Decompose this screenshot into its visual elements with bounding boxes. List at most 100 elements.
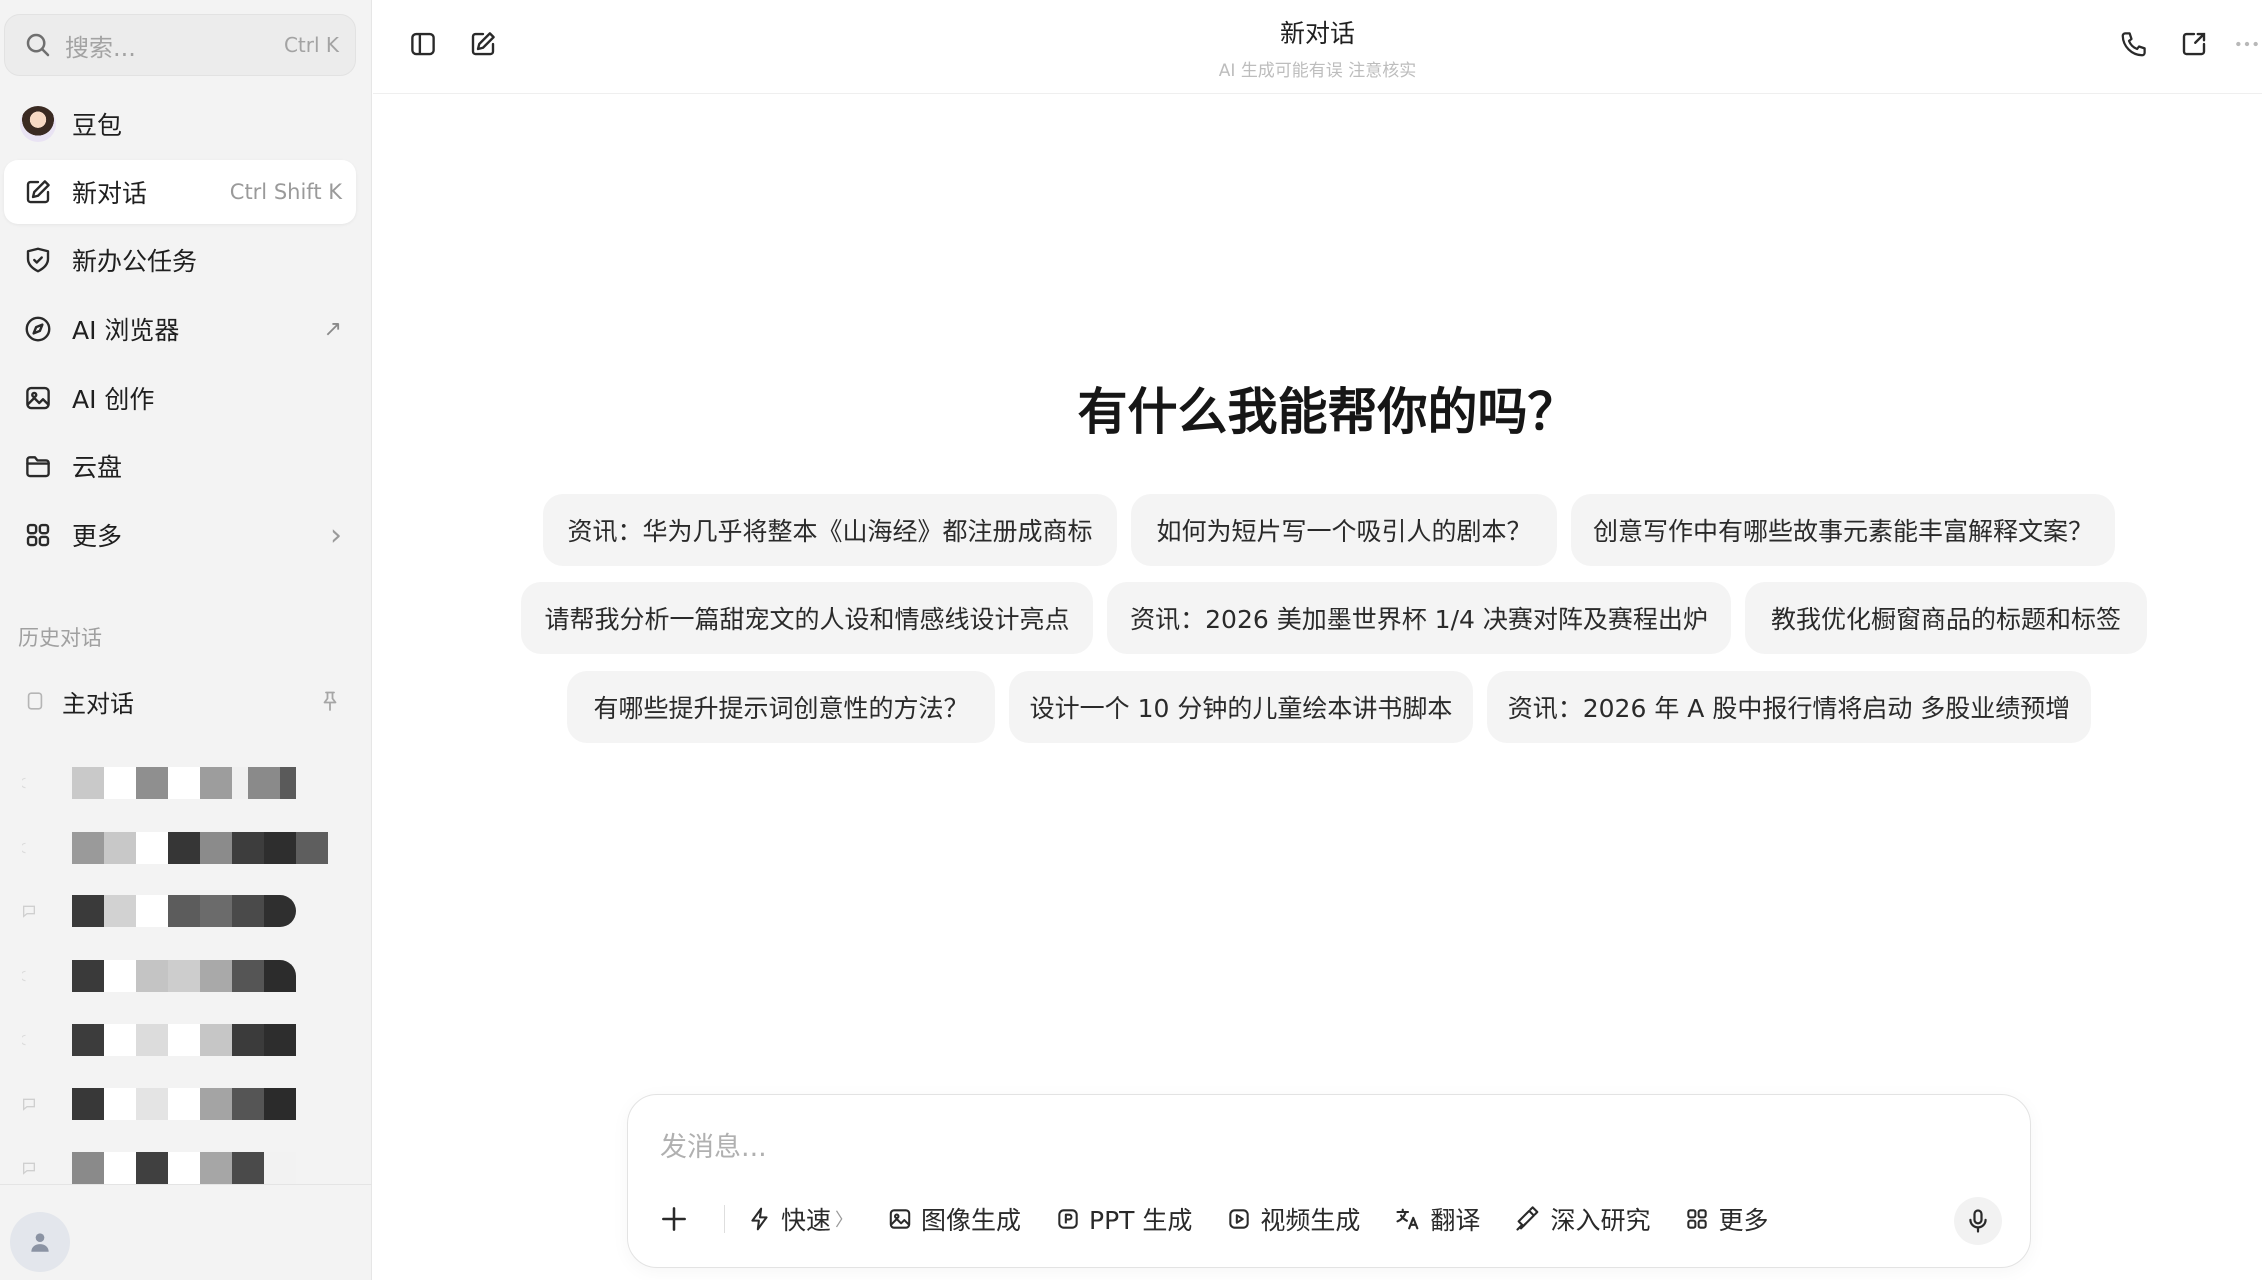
task-icon [20, 242, 56, 278]
tool-label: 深入研究 [1550, 1206, 1651, 1235]
grid-icon [1687, 1209, 1708, 1229]
history-item-blurred[interactable] [20, 956, 340, 996]
add-attachment-button[interactable] [658, 1197, 698, 1241]
chat-title: 新对话 [1279, 19, 1355, 48]
edit-icon [20, 174, 56, 210]
history-item-blurred[interactable] [20, 891, 340, 931]
tool-label: 翻译 [1430, 1206, 1481, 1235]
ellipsis-icon [2236, 41, 2258, 47]
suggestion-chip[interactable]: 如何为短片写一个吸引人的剧本？ [1131, 494, 1557, 566]
message-composer[interactable]: 发消息... 快速 〉 图像生成 PPT 生成 视频生成 翻译 深入研究 更多 [627, 1094, 2031, 1268]
welcome-headline: 有什么我能帮你的吗？ [1077, 383, 1578, 441]
sidebar-item-cloud-drive[interactable]: 云盘 [4, 434, 356, 498]
sidebar-item-ai-create[interactable]: AI 创作 [4, 366, 356, 430]
tool-ppt-generation[interactable]: PPT 生成 [1055, 1197, 1192, 1241]
history-item-blurred[interactable] [20, 828, 340, 868]
sidebar-item-label: 新对话 [72, 179, 148, 208]
user-icon [31, 1233, 49, 1252]
suggestion-chip[interactable]: 设计一个 10 分钟的儿童绘本讲书脚本 [1009, 671, 1473, 743]
translate-icon [1396, 1208, 1419, 1230]
new-chat-shortcut: Ctrl Shift K [229, 180, 342, 204]
history-item-blurred[interactable] [20, 1084, 340, 1124]
tool-image-generation[interactable]: 图像生成 [887, 1197, 1021, 1241]
chat-bubble-icon [20, 1031, 38, 1049]
search-box[interactable]: 搜索... Ctrl K [4, 14, 356, 76]
history-item-blurred[interactable] [20, 763, 340, 803]
user-avatar[interactable] [10, 1212, 70, 1272]
sidebar-footer-divider [0, 1184, 372, 1185]
search-placeholder: 搜索... [65, 33, 136, 62]
grid-icon [20, 517, 56, 553]
suggestion-chip[interactable]: 教我优化橱窗商品的标题和标签 [1745, 582, 2147, 654]
sidebar-item-new-chat[interactable]: 新对话 Ctrl Shift K [4, 160, 356, 224]
mode-quick-label: 快速 [781, 1206, 832, 1235]
chat-bubble-icon [20, 1095, 38, 1113]
more-options-button[interactable] [2234, 24, 2260, 64]
sidebar-item-doubao[interactable]: 豆包 [4, 92, 356, 156]
suggestion-chip[interactable]: 请帮我分析一篇甜宠文的人设和情感线设计亮点 [521, 582, 1093, 654]
chevron-right-icon: 〉 [835, 1210, 854, 1231]
chat-disclaimer: AI 生成可能有误 注意核实 [1218, 61, 1417, 81]
search-icon [26, 33, 50, 57]
history-item-blurred[interactable] [20, 1020, 340, 1060]
tool-label: 视频生成 [1260, 1206, 1361, 1235]
tool-label: 图像生成 [921, 1206, 1022, 1235]
avatar-icon [20, 106, 56, 142]
phone-icon [2121, 32, 2146, 57]
toolbar-divider [724, 1205, 725, 1233]
history-section-label: 历史对话 [18, 626, 102, 650]
chat-title-area: 新对话 AI 生成可能有误 注意核实 [373, 14, 2262, 81]
sidebar-item-label: 豆包 [72, 111, 123, 140]
suggestion-chip[interactable]: 有哪些提升提示词创意性的方法？ [567, 671, 995, 743]
sidebar-item-more[interactable]: 更多 › [4, 503, 356, 567]
tool-more[interactable]: 更多 [1684, 1197, 1768, 1241]
folder-icon [20, 448, 56, 484]
sidebar-item-label: 云盘 [72, 453, 123, 482]
microphone-icon [1969, 1209, 1987, 1233]
pin-icon[interactable] [318, 689, 342, 713]
voice-call-button[interactable] [2114, 24, 2154, 64]
chat-bubble-icon [20, 839, 38, 857]
history-item-blurred[interactable] [20, 1148, 340, 1188]
chevron-right-icon: › [330, 517, 342, 553]
tool-video-generation[interactable]: 视频生成 [1226, 1197, 1360, 1241]
tool-label: 更多 [1718, 1206, 1769, 1235]
research-icon [1516, 1206, 1539, 1231]
suggestion-chip[interactable]: 资讯：华为几乎将整本《山海经》都注册成商标 [543, 494, 1117, 566]
suggestion-chip[interactable]: 资讯：2026 美加墨世界杯 1/4 决赛对阵及赛程出炉 [1107, 582, 1731, 654]
tool-translate[interactable]: 翻译 [1394, 1197, 1480, 1241]
suggestion-chip[interactable]: 创意写作中有哪些故事元素能丰富解释文案？ [1571, 494, 2115, 566]
sidebar-item-office-task[interactable]: 新办公任务 [4, 228, 356, 292]
history-item-label: 主对话 [62, 689, 134, 718]
voice-input-button[interactable] [1954, 1197, 2002, 1245]
share-button[interactable] [2174, 24, 2214, 64]
ppt-icon [1058, 1209, 1078, 1229]
main-panel: 新对话 AI 生成可能有误 注意核实 有什么我能帮你的吗？ 资讯：华为几乎将整本… [373, 0, 2262, 1280]
tool-deep-research[interactable]: 深入研究 [1514, 1197, 1650, 1241]
compass-icon [20, 311, 56, 347]
sidebar-item-ai-browser[interactable]: AI 浏览器 ↗ [4, 297, 356, 361]
external-link-icon: ↗ [323, 316, 342, 342]
suggestion-chip[interactable]: 资讯：2026 年 A 股中报行情将启动 多股业绩预增 [1487, 671, 2091, 743]
sidebar-item-label: 更多 [72, 522, 123, 551]
chat-bubble-icon [20, 902, 38, 920]
plus-icon [662, 1207, 686, 1231]
sidebar-item-label: AI 浏览器 [72, 316, 180, 345]
bolt-icon [751, 1207, 768, 1231]
share-icon [2182, 32, 2206, 56]
chat-bubble-icon [20, 774, 38, 792]
video-icon [1229, 1209, 1250, 1229]
sidebar-item-label: AI 创作 [72, 385, 155, 414]
chat-bubble-icon [20, 1159, 38, 1177]
composer-toolbar: 快速 〉 图像生成 PPT 生成 视频生成 翻译 深入研究 更多 [658, 1197, 1802, 1241]
mode-quick-button[interactable]: 快速 〉 [747, 1197, 853, 1241]
chat-bubble-icon [20, 967, 38, 985]
message-input[interactable]: 发消息... [660, 1125, 767, 1164]
history-item-main-chat[interactable]: 主对话 [4, 668, 356, 734]
image-gen-icon [889, 1209, 911, 1229]
chat-bubble-icon [27, 692, 43, 710]
top-bar: 新对话 AI 生成可能有误 注意核实 [373, 0, 2262, 94]
sidebar: 搜索... Ctrl K 豆包 新对话 Ctrl Shift K 新办公任务 A… [0, 0, 372, 1280]
tool-label: PPT 生成 [1089, 1206, 1193, 1235]
image-icon [20, 380, 56, 416]
